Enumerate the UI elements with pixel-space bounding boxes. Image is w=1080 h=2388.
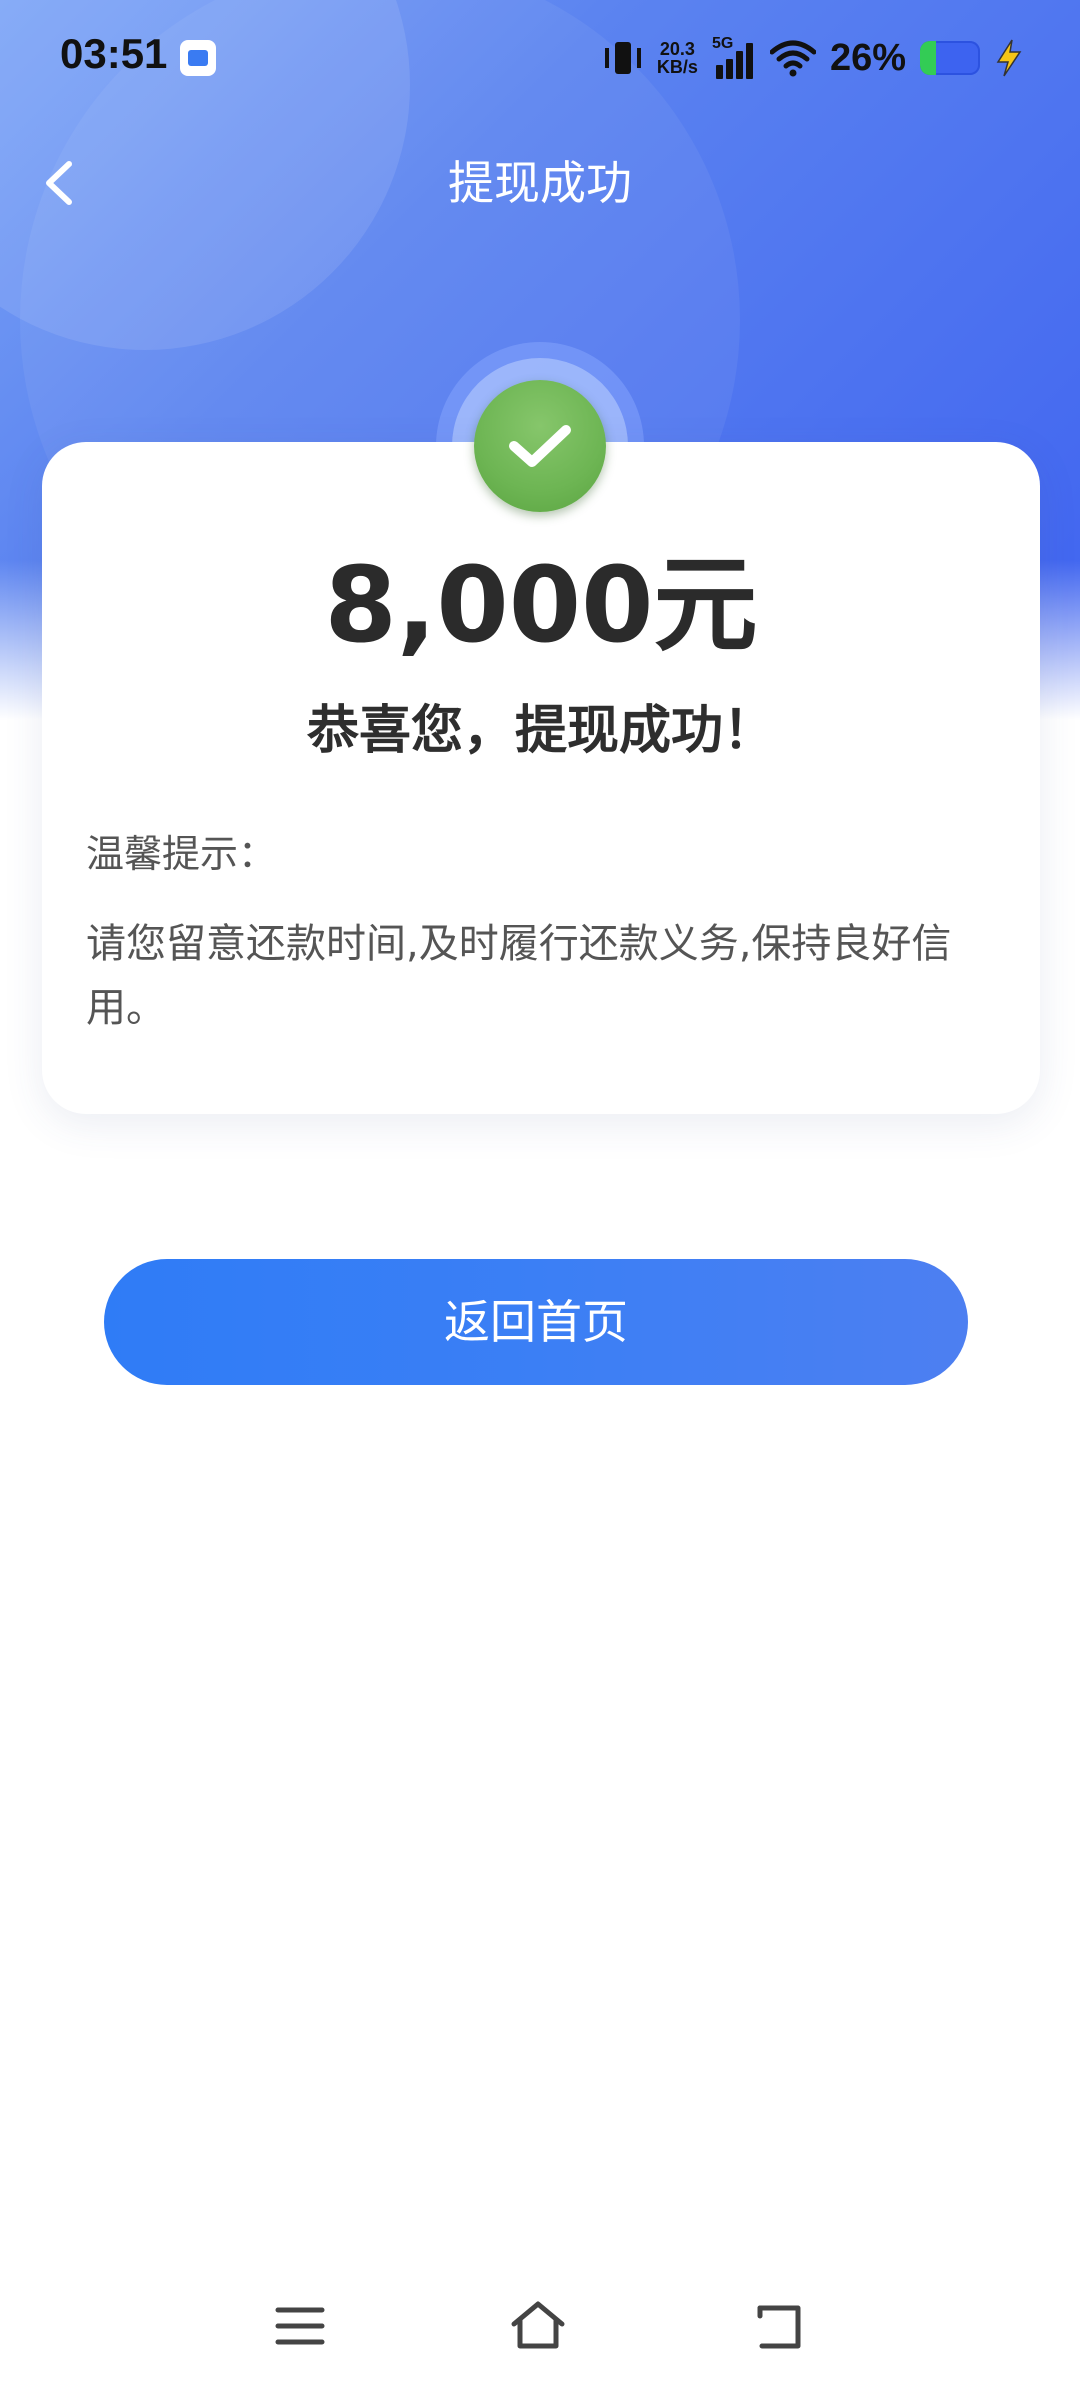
net-speed: 20.3 KB/s — [657, 40, 698, 76]
network-type: 5G — [711, 35, 734, 52]
status-bar: 03:51 20.3 KB/s 5G 26% — [0, 0, 1080, 120]
home-icon[interactable] — [508, 2296, 568, 2356]
navigation-bar: 提现成功 — [0, 120, 1080, 240]
net-speed-unit: KB/s — [656, 57, 698, 77]
withdraw-amount: 8,000元 — [324, 544, 758, 666]
app-notification-icon — [180, 40, 216, 76]
status-time: 03:51 — [60, 30, 168, 77]
net-speed-value: 20.3 — [659, 39, 695, 59]
tips-title: 温馨提示： — [86, 832, 277, 876]
battery-icon — [920, 41, 980, 75]
page-title: 提现成功 — [448, 156, 632, 210]
menu-icon[interactable] — [270, 2296, 330, 2356]
success-check-icon — [474, 380, 606, 512]
tips-body: 请您留意还款时间,及时履行还款义务,保持良好信用。 — [86, 921, 952, 1031]
system-navigation-bar — [0, 2280, 1080, 2370]
signal-icon: 5G — [711, 35, 756, 79]
back-icon[interactable] — [750, 2296, 810, 2356]
wifi-icon — [769, 40, 816, 77]
success-message: 恭喜您，提现成功！ — [306, 701, 775, 761]
charging-icon — [996, 39, 1022, 77]
status-icons: 20.3 KB/s 5G 26% — [603, 28, 1024, 88]
return-home-button[interactable]: 返回首页 — [104, 1259, 968, 1385]
vibrate-icon — [603, 38, 643, 78]
battery-percent: 26% — [829, 36, 906, 79]
